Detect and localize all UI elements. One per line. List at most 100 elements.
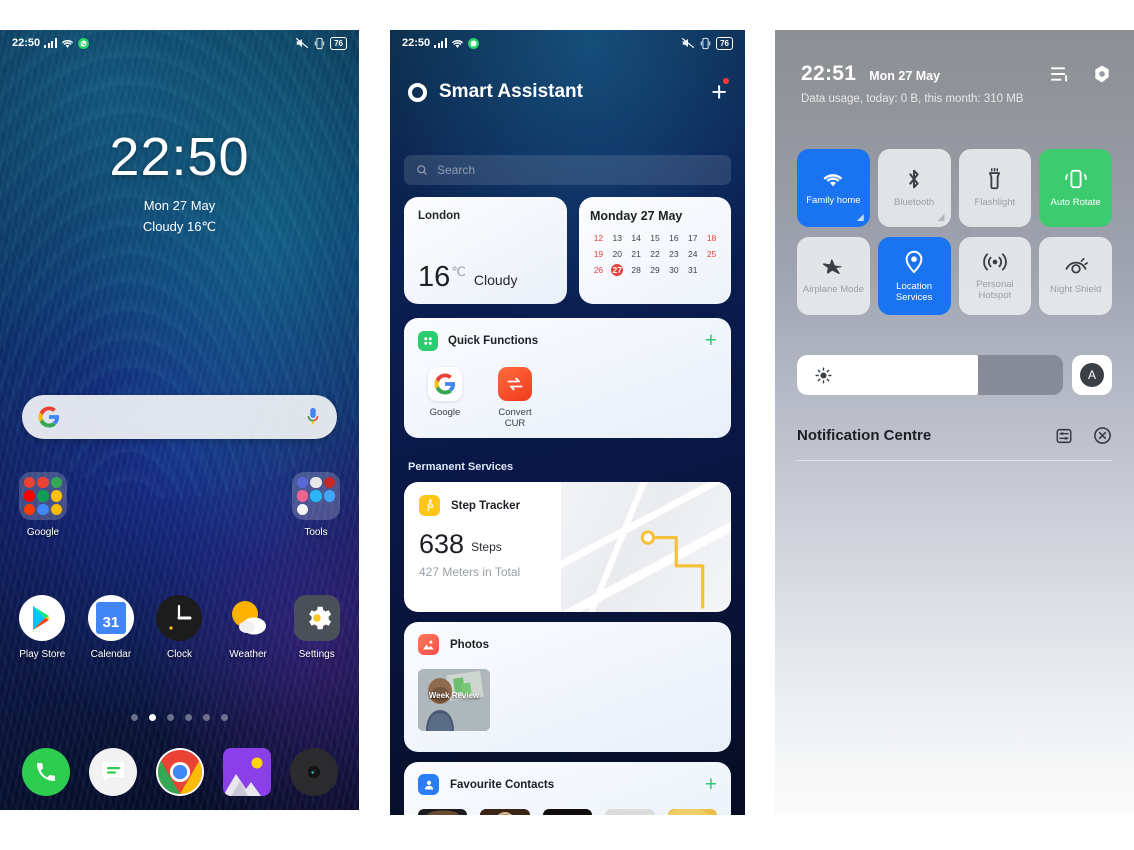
calendar-day[interactable]: 28 <box>628 264 645 276</box>
quick-functions-add-button[interactable]: + <box>705 330 717 351</box>
gallery-icon[interactable] <box>222 748 271 796</box>
app-clock[interactable]: Clock <box>148 595 210 660</box>
calendar-day[interactable]: 18 <box>703 232 720 244</box>
app-calendar[interactable]: 31 Calendar <box>80 595 142 660</box>
smart-assistant-panel: 22:50 76 Smart Assistant + Search London… <box>390 30 745 815</box>
quick-function-convert[interactable]: Convert CUR <box>492 367 538 429</box>
tile-location-services[interactable]: Location Services <box>877 237 951 315</box>
folder-row: Google Tools <box>0 472 359 572</box>
microphone-icon[interactable] <box>305 406 321 428</box>
tile-personal-hotspot[interactable]: Personal Hotspot <box>958 237 1032 315</box>
quick-functions-icon <box>418 330 438 351</box>
folder-google[interactable]: Google <box>4 472 82 538</box>
tile-auto-rotate[interactable]: Auto Rotate <box>1039 149 1112 227</box>
calendar-day[interactable]: 17 <box>684 232 701 244</box>
app-play-store[interactable]: Play Store <box>11 595 73 660</box>
notification-settings-icon[interactable] <box>1055 427 1073 445</box>
quick-functions-card[interactable]: Quick Functions + Google Convert CUR <box>404 318 731 438</box>
calendar-day[interactable]: 22 <box>647 248 664 260</box>
calendar-day[interactable]: 23 <box>665 248 682 260</box>
calendar-day[interactable] <box>703 264 720 276</box>
tile-night-shield[interactable]: Night Shield <box>1039 237 1112 315</box>
calendar-icon: 31 <box>87 595 134 641</box>
weather-card[interactable]: London 16 ℃ Cloudy <box>404 197 567 304</box>
status-bar-left: 22:50 <box>402 37 480 49</box>
clock-weather: Cloudy 16℃ <box>142 219 217 234</box>
google-g-icon <box>38 406 60 428</box>
calendar-day[interactable]: 21 <box>628 248 645 260</box>
add-card-button[interactable]: + <box>711 77 729 106</box>
notification-divider <box>797 460 1112 461</box>
page-indicator[interactable] <box>0 714 359 721</box>
calendar-day[interactable]: 16 <box>665 232 682 244</box>
brightness-slider[interactable] <box>797 355 1063 395</box>
calendar-day[interactable]: 13 <box>609 232 626 244</box>
home-dock <box>0 748 359 796</box>
contact-avatar-placeholder[interactable] <box>605 809 655 815</box>
clock-widget[interactable]: 22:50 Mon 27 May Cloudy 16℃ <box>0 130 359 235</box>
page-dot-active[interactable] <box>149 714 156 721</box>
tile-corner-indicator[interactable] <box>856 214 864 221</box>
airplane-icon <box>823 259 843 274</box>
phone-icon[interactable] <box>21 748 70 796</box>
search-icon <box>417 165 427 175</box>
calendar-day-today[interactable]: 27 <box>611 264 624 276</box>
calendar-card[interactable]: Monday 27 May 12 13 14 15 16 17 18 19 20 21 22 23 24… <box>579 197 731 304</box>
edit-list-icon[interactable] <box>1050 65 1069 83</box>
auto-brightness-button[interactable]: A <box>1072 355 1112 395</box>
app-label: Play Store <box>19 649 66 660</box>
step-map-background <box>554 482 731 612</box>
calendar-day[interactable]: 26 <box>590 264 607 276</box>
page-dot[interactable] <box>185 714 192 721</box>
favourite-contacts-card[interactable]: Favourite Contacts + <box>404 762 731 815</box>
contact-avatar[interactable] <box>418 809 468 815</box>
calendar-day[interactable]: 14 <box>628 232 645 244</box>
photo-thumbnail[interactable]: Week Review <box>418 669 490 731</box>
folder-tools-grid <box>292 472 340 520</box>
calendar-day[interactable]: 31 <box>684 264 701 276</box>
auto-rotate-icon <box>1064 169 1087 189</box>
clock-icon <box>156 595 203 641</box>
tile-corner-indicator[interactable] <box>937 214 945 221</box>
google-search-bar[interactable] <box>22 395 337 439</box>
step-tracker-card[interactable]: Step Tracker 638 Steps 427 Meters in Tot… <box>404 482 731 612</box>
photos-card[interactable]: Photos Week Review <box>404 622 731 752</box>
tile-flashlight[interactable]: Flashlight <box>958 149 1032 227</box>
chrome-icon[interactable] <box>155 748 204 796</box>
favourite-contacts-add-button[interactable]: + <box>705 774 717 795</box>
clear-all-icon[interactable] <box>1093 426 1112 445</box>
tile-bluetooth[interactable]: Bluetooth <box>877 149 951 227</box>
app-weather[interactable]: Weather <box>217 595 279 660</box>
calendar-day[interactable]: 19 <box>590 248 607 260</box>
step-tracker-title: Step Tracker <box>451 499 521 512</box>
camera-icon[interactable] <box>289 748 338 796</box>
folder-tools[interactable]: Tools <box>277 472 355 538</box>
brightness-slider-fill <box>797 355 978 395</box>
calendar-day[interactable]: 24 <box>684 248 701 260</box>
contact-avatar[interactable] <box>667 809 718 815</box>
page-dot[interactable] <box>167 714 174 721</box>
page-dot[interactable] <box>203 714 210 721</box>
calendar-day[interactable]: 25 <box>703 248 720 260</box>
favourite-contacts-list <box>418 809 718 815</box>
calendar-day[interactable]: 12 <box>590 232 607 244</box>
page-dot[interactable] <box>131 714 138 721</box>
contact-avatar[interactable] <box>480 809 530 815</box>
settings-gear-icon[interactable] <box>1092 64 1112 84</box>
app-settings[interactable]: Settings <box>286 595 348 660</box>
control-centre-panel: 22:51 Mon 27 May Data usage, today: 0 B,… <box>775 30 1134 815</box>
page-dot[interactable] <box>221 714 228 721</box>
tile-airplane-mode[interactable]: Airplane Mode <box>797 237 870 315</box>
calendar-day[interactable]: 29 <box>647 264 664 276</box>
calendar-day[interactable]: 30 <box>665 264 682 276</box>
flashlight-icon <box>989 168 1001 190</box>
calendar-day[interactable]: 20 <box>609 248 626 260</box>
contact-avatar[interactable] <box>542 809 593 815</box>
signal-bars-icon <box>434 38 448 48</box>
tile-label: Auto Rotate <box>1050 197 1101 208</box>
quick-function-google[interactable]: Google <box>422 367 468 429</box>
search-input[interactable]: Search <box>404 155 731 185</box>
messages-icon[interactable] <box>88 748 137 796</box>
calendar-day[interactable]: 15 <box>647 232 664 244</box>
tile-wifi[interactable]: Family home <box>797 149 870 227</box>
